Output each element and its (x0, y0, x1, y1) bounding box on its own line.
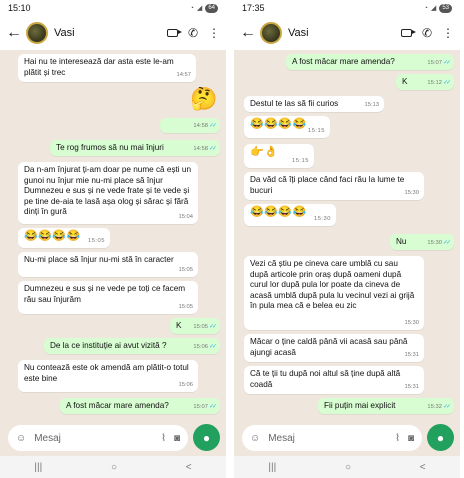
message-outgoing[interactable]: K 15:05✓✓ (170, 318, 220, 334)
emoji-thinking[interactable]: 🤔 (190, 86, 217, 112)
input-placeholder: Mesaj (34, 432, 61, 444)
mic-icon[interactable]: ● (193, 424, 220, 451)
message-incoming[interactable]: Nu-mi place să înjur nu-mi stă în caract… (18, 252, 198, 277)
message-incoming[interactable]: 😂😂😂😂 15:05 (18, 228, 110, 248)
home-icon[interactable]: ○ (111, 462, 117, 473)
mic-icon[interactable]: ● (427, 424, 454, 451)
video-call-icon[interactable] (166, 29, 182, 37)
battery-icon: 53 (439, 3, 452, 13)
phone-icon[interactable]: ✆ (422, 26, 432, 40)
nav-bar: ||| ○ < (0, 456, 226, 478)
message-outgoing[interactable]: Nu 15:30✓✓ (390, 234, 454, 250)
status-time: 17:35 (242, 3, 265, 13)
message-incoming[interactable]: Vezi că știu pe cineva care umblă cu sau… (244, 256, 424, 330)
status-time: 15:10 (8, 3, 31, 13)
message-incoming[interactable]: 😂😂😂😂 15:30 (244, 204, 336, 226)
message-outgoing[interactable]: 14:58✓✓ (160, 118, 220, 133)
message-incoming[interactable]: Hai nu te interesează dar asta este le-a… (18, 54, 196, 82)
home-icon[interactable]: ○ (345, 462, 351, 473)
message-incoming[interactable]: Da n-am înjurat ți-am doar pe nume că eș… (18, 162, 198, 224)
status-icons: ◔ ◢ 64 (189, 3, 218, 13)
camera-icon[interactable]: ◙ (408, 433, 414, 444)
message-incoming[interactable]: Că te ții tu după noi altul să ține după… (244, 366, 424, 394)
message-list: Hai nu te interesează dar asta este le-a… (0, 50, 226, 420)
message-incoming[interactable]: 😂😂😂😂 15:15 (244, 116, 330, 138)
more-vert-icon[interactable]: ⋮ (442, 26, 454, 40)
composer: ☺ Mesaj ⌇ ◙ ● (234, 420, 460, 456)
video-call-icon[interactable] (400, 29, 416, 37)
recents-icon[interactable]: ||| (268, 462, 276, 473)
message-incoming[interactable]: Destul te las să fii curios 15:13 (244, 96, 384, 112)
message-outgoing[interactable]: A fost măcar mare amenda? 15:07✓✓ (286, 54, 454, 70)
message-input[interactable]: ☺ Mesaj ⌇ ◙ (242, 425, 422, 451)
message-outgoing[interactable]: K 15:12✓✓ (396, 74, 454, 90)
phone-icon[interactable]: ✆ (188, 26, 198, 40)
back-nav-icon[interactable]: < (186, 462, 192, 473)
attach-icon[interactable]: ⌇ (395, 433, 400, 444)
back-arrow-icon[interactable]: ← (240, 24, 256, 42)
right-screenshot: 17:35 ◔ ◢ 53 ← Vasi ✆ ⋮ A fost măcar mar… (234, 0, 460, 478)
message-outgoing[interactable]: De la ce instituție ai avut vizită ? 15:… (44, 338, 220, 354)
attach-icon[interactable]: ⌇ (161, 433, 166, 444)
message-outgoing[interactable]: Te rog frumos să nu mai înjuri 14:58✓✓ (50, 140, 220, 156)
sticker-icon[interactable]: ☺ (250, 433, 260, 444)
signal-icon: ◢ (196, 5, 203, 12)
contact-name[interactable]: Vasi (288, 27, 395, 39)
sticker-icon[interactable]: ☺ (16, 433, 26, 444)
message-incoming[interactable]: Măcar o ține caldă până vii acasă sau pâ… (244, 334, 424, 362)
message-input[interactable]: ☺ Mesaj ⌇ ◙ (8, 425, 188, 451)
signal-icon: ◢ (430, 5, 437, 12)
avatar[interactable] (260, 22, 282, 44)
composer: ☺ Mesaj ⌇ ◙ ● (0, 420, 226, 456)
input-placeholder: Mesaj (268, 432, 295, 444)
message-incoming[interactable]: 👉👌 15:15 (244, 144, 314, 168)
back-nav-icon[interactable]: < (420, 462, 426, 473)
message-list: A fost măcar mare amenda? 15:07✓✓ K 15:1… (234, 50, 460, 420)
message-outgoing[interactable]: Fii puțin mai explicit 15:32✓✓ (318, 398, 454, 414)
status-bar: 17:35 ◔ ◢ 53 (234, 0, 460, 16)
more-vert-icon[interactable]: ⋮ (208, 26, 220, 40)
back-arrow-icon[interactable]: ← (6, 24, 22, 42)
contact-name[interactable]: Vasi (54, 27, 161, 39)
left-screenshot: 15:10 ◔ ◢ 64 ← Vasi ✆ ⋮ Hai nu te intere… (0, 0, 226, 478)
chat-header: ← Vasi ✆ ⋮ (0, 16, 226, 50)
message-outgoing[interactable]: A fost măcar mare amenda? 15:07✓✓ (60, 398, 220, 414)
chat-header: ← Vasi ✆ ⋮ (234, 16, 460, 50)
message-incoming[interactable]: Da văd că îți place când faci rău la lum… (244, 172, 424, 200)
recents-icon[interactable]: ||| (34, 462, 42, 473)
status-icons: ◔ ◢ 53 (423, 3, 452, 13)
status-bar: 15:10 ◔ ◢ 64 (0, 0, 226, 16)
wifi-icon: ◔ (423, 4, 428, 12)
avatar[interactable] (26, 22, 48, 44)
message-incoming[interactable]: Dumnezeu e sus și ne vede pe toți ce fac… (18, 281, 198, 314)
battery-icon: 64 (205, 3, 218, 13)
wifi-icon: ◔ (189, 4, 194, 12)
nav-bar: ||| ○ < (234, 456, 460, 478)
camera-icon[interactable]: ◙ (174, 433, 180, 444)
message-incoming[interactable]: Nu contează este ok amendă am plătit-o t… (18, 360, 198, 392)
